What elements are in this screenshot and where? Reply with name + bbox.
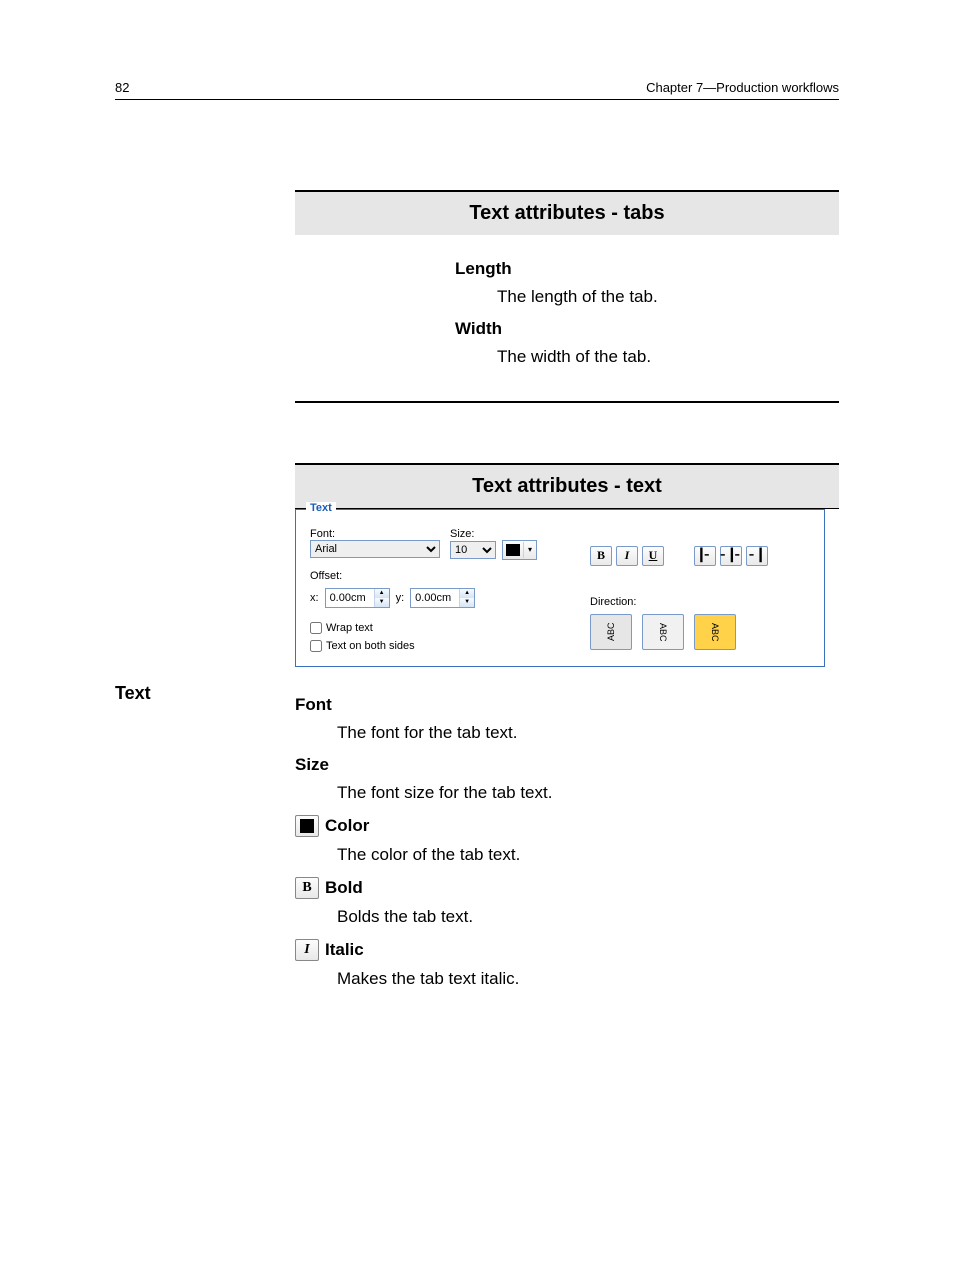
direction-button-2[interactable]: ABC: [642, 614, 684, 650]
panel-legend: Text: [306, 502, 336, 514]
text-side-label: Text: [115, 683, 151, 704]
size-def: The font size for the tab text.: [337, 783, 839, 803]
align-right-button[interactable]: ╴┃: [746, 546, 768, 566]
spin-down-icon[interactable]: ▼: [375, 598, 389, 607]
offset-x-input[interactable]: [326, 589, 374, 607]
bold-icon: B: [295, 877, 319, 899]
font-label: Font:: [310, 528, 450, 540]
size-select[interactable]: 10: [450, 541, 496, 559]
align-center-button[interactable]: ╴┃╴: [720, 546, 742, 566]
direction-button-1[interactable]: ABC: [590, 614, 632, 650]
offset-y-label: y:: [396, 592, 405, 604]
text-definitions-block: Text Font The font for the tab text. Siz…: [295, 683, 839, 1023]
offset-x-spinner[interactable]: ▲▼: [325, 588, 390, 608]
length-def: The length of the tab.: [497, 287, 839, 307]
page: 82 Chapter 7—Production workflows Text a…: [0, 0, 954, 1083]
tabs-definitions: Length The length of the tab. Width The …: [295, 235, 839, 401]
italic-def: Makes the tab text italic.: [337, 969, 839, 989]
wrap-text-label: Wrap text: [326, 622, 373, 634]
font-def: The font for the tab text.: [337, 723, 839, 743]
bold-def: Bolds the tab text.: [337, 907, 839, 927]
color-term: Color: [295, 815, 839, 837]
width-def: The width of the tab.: [497, 347, 839, 367]
offset-y-spinner[interactable]: ▲▼: [410, 588, 475, 608]
offset-y-input[interactable]: [411, 589, 459, 607]
align-toolbar: ┃╴ ╴┃╴ ╴┃: [694, 546, 768, 566]
align-left-button[interactable]: ┃╴: [694, 546, 716, 566]
spin-up-icon[interactable]: ▲: [375, 589, 389, 598]
text-attributes-panel: Text Font: Arial Size:: [295, 509, 825, 667]
color-def: The color of the tab text.: [337, 845, 839, 865]
direction-label: Direction:: [590, 596, 810, 608]
chapter-label: Chapter 7—Production workflows: [646, 80, 839, 95]
section-text-title: Text attributes - text: [295, 465, 839, 508]
direction-buttons: ABC ABC ABC: [590, 614, 810, 650]
wrap-text-checkbox[interactable]: [310, 622, 322, 634]
font-select[interactable]: Arial: [310, 540, 440, 558]
spin-up-icon[interactable]: ▲: [460, 589, 474, 598]
length-term: Length: [455, 259, 839, 279]
offset-x-label: x:: [310, 592, 319, 604]
offset-label: Offset:: [310, 570, 570, 582]
spin-down-icon[interactable]: ▼: [460, 598, 474, 607]
section-tabs-title: Text attributes - tabs: [295, 192, 839, 235]
bold-button[interactable]: B: [590, 546, 612, 566]
underline-button[interactable]: U: [642, 546, 664, 566]
section-tabs: Text attributes - tabs Length The length…: [295, 190, 839, 403]
italic-button[interactable]: I: [616, 546, 638, 566]
font-term: Font: [295, 695, 839, 715]
style-toolbar: B I U: [590, 546, 664, 566]
color-swatch-icon: [295, 815, 319, 837]
color-swatch[interactable]: ▾: [502, 540, 537, 560]
width-term: Width: [455, 319, 839, 339]
page-header: 82 Chapter 7—Production workflows: [115, 80, 839, 100]
bold-term: B Bold: [295, 877, 839, 899]
direction-button-3[interactable]: ABC: [694, 614, 736, 650]
italic-icon: I: [295, 939, 319, 961]
page-number: 82: [115, 80, 129, 95]
section-text-header: Text attributes - text: [295, 463, 839, 509]
size-label: Size:: [450, 528, 537, 540]
size-term: Size: [295, 755, 839, 775]
italic-term: I Italic: [295, 939, 839, 961]
both-sides-label: Text on both sides: [326, 640, 415, 652]
both-sides-checkbox[interactable]: [310, 640, 322, 652]
